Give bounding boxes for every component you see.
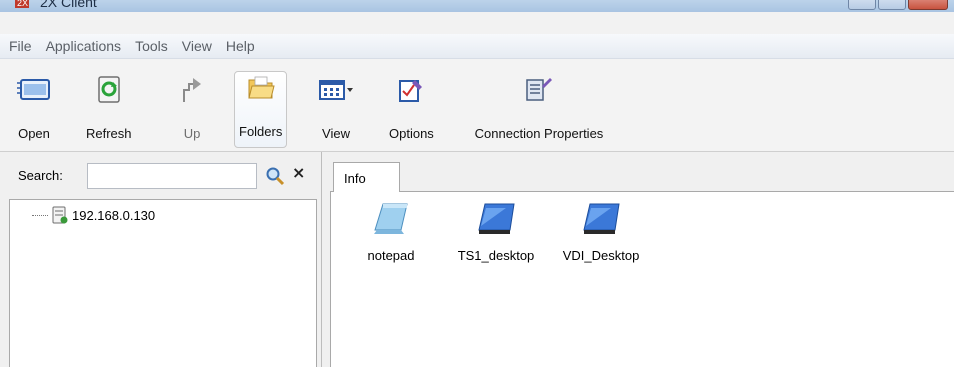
menu-file[interactable]: File [0, 34, 39, 59]
folders-button[interactable]: Folders [234, 71, 288, 148]
refresh-label: Refresh [86, 126, 132, 141]
server-icon [52, 206, 68, 224]
folder-icon [248, 76, 275, 99]
svg-text:2X: 2X [17, 0, 28, 8]
tree-connector [32, 214, 48, 216]
open-icon [17, 79, 50, 100]
minimize-button[interactable] [848, 0, 876, 10]
menu-view[interactable]: View [175, 34, 219, 59]
toolbar: Open Refresh Up Folders View Options Con… [0, 59, 954, 152]
menu-applications[interactable]: Applications [39, 34, 129, 59]
menubar-spacer [0, 12, 954, 34]
tree-item[interactable]: 192.168.0.130 [32, 206, 155, 224]
up-button[interactable]: Up [174, 74, 210, 149]
search-label: Search: [18, 168, 63, 183]
desktop-icon [583, 203, 620, 234]
open-button[interactable]: Open [16, 74, 52, 149]
search-icon[interactable] [265, 166, 285, 186]
close-icon[interactable]: × [292, 163, 305, 182]
app-label: VDI_Desktop [562, 248, 640, 263]
connection-properties-button[interactable]: Connection Properties [454, 74, 624, 149]
view-grid-icon [319, 80, 353, 100]
menu-bar: File Applications Tools View Help [0, 34, 954, 59]
window-title: 2X Client [40, 0, 97, 10]
app-label: TS1_desktop [457, 248, 535, 263]
refresh-button[interactable]: Refresh [86, 74, 132, 149]
menu-help[interactable]: Help [219, 34, 262, 59]
search-input[interactable] [87, 163, 257, 189]
notepad-icon [374, 203, 408, 234]
info-panel: notepad TS1_desktop VDI_Desktop [330, 191, 954, 367]
right-pane: Info notepad TS1_desktop VDI_Desktop [330, 152, 954, 367]
view-label: View [322, 126, 350, 141]
app-label: notepad [367, 248, 415, 263]
up-label: Up [183, 126, 201, 141]
left-pane: Search: × 192.168.0.130 [9, 152, 317, 367]
tree-item-label: 192.168.0.130 [72, 207, 156, 223]
pane-splitter[interactable] [317, 152, 330, 367]
desktop-icon [478, 203, 515, 234]
options-label: Options [389, 126, 434, 141]
menu-tools[interactable]: Tools [128, 34, 175, 59]
app-item-notepad[interactable]: notepad [346, 200, 436, 263]
maximize-button[interactable] [878, 0, 906, 10]
tab-info[interactable]: Info [333, 162, 400, 192]
close-window-button[interactable] [908, 0, 948, 10]
up-arrow-icon [183, 78, 201, 102]
connection-properties-icon [526, 78, 552, 101]
open-label: Open [18, 126, 50, 141]
options-icon [399, 80, 423, 102]
refresh-icon [98, 76, 120, 103]
folders-label: Folders [239, 124, 283, 139]
search-row: Search: × [9, 160, 317, 190]
connection-properties-label: Connection Properties [474, 126, 604, 141]
options-button[interactable]: Options [389, 74, 434, 149]
window-controls [848, 0, 948, 10]
view-button[interactable]: View [318, 74, 354, 149]
app-item-ts1-desktop[interactable]: TS1_desktop [451, 200, 541, 263]
server-tree: 192.168.0.130 [9, 199, 317, 367]
main-window: 2X 2X Client File Applications Tools Vie… [0, 0, 954, 367]
app-logo-icon: 2X [15, 0, 29, 8]
app-item-vdi-desktop[interactable]: VDI_Desktop [556, 200, 646, 263]
title-bar: 2X 2X Client [0, 0, 954, 12]
